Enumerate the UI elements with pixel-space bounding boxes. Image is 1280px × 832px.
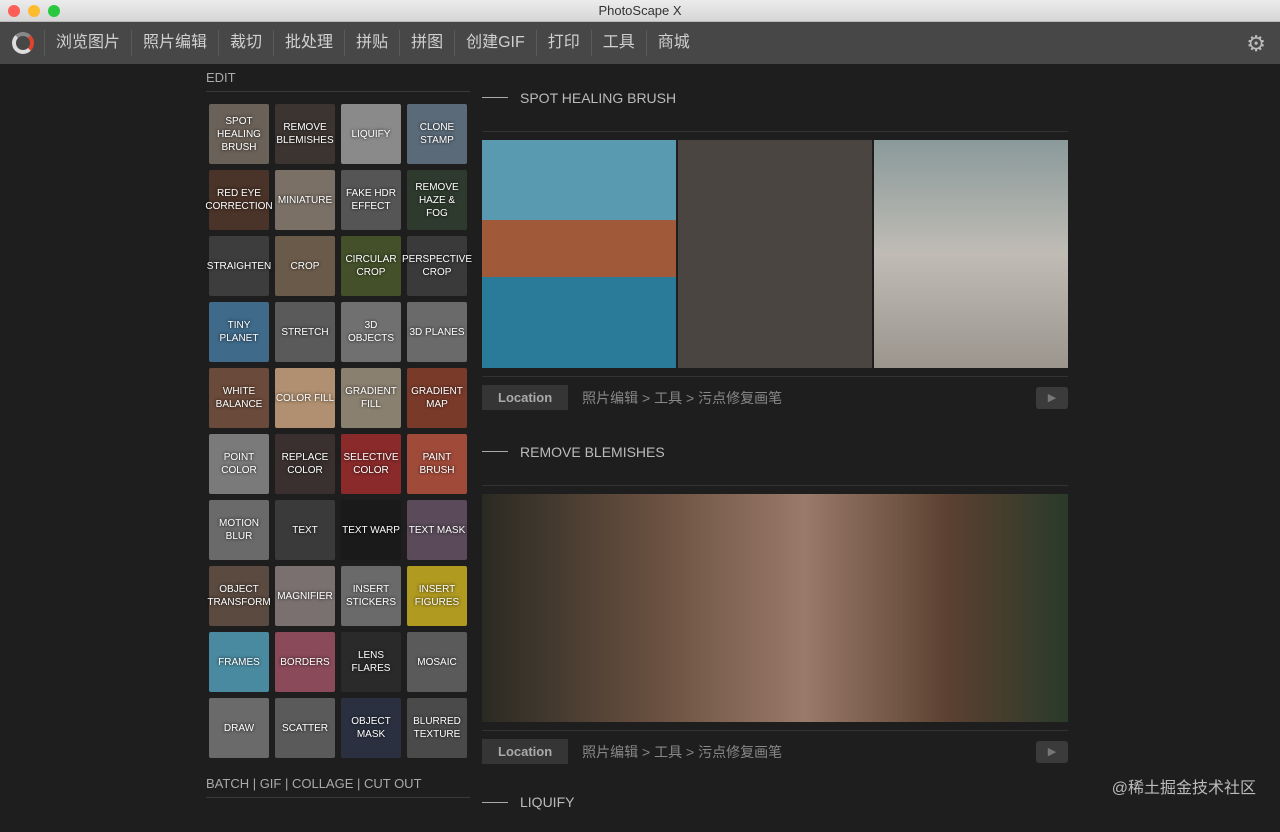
tool-tile[interactable]: LENS FLARES [341, 632, 401, 692]
tool-tile[interactable]: 3D OBJECTS [341, 302, 401, 362]
zoom-button[interactable] [48, 5, 60, 17]
boat-image [482, 140, 676, 368]
menu-item[interactable]: 裁切 [218, 30, 273, 56]
tool-tile[interactable]: GRADIENT MAP [407, 368, 467, 428]
menu-item[interactable]: 浏览图片 [44, 30, 131, 56]
tool-tile[interactable]: INSERT FIGURES [407, 566, 467, 626]
tool-tile[interactable]: TEXT [275, 500, 335, 560]
tool-tile[interactable]: FAKE HDR EFFECT [341, 170, 401, 230]
tool-tile[interactable]: BORDERS [275, 632, 335, 692]
tool-tile[interactable]: CLONE STAMP [407, 104, 467, 164]
location-bar: Location 照片编辑 > 工具 > 污点修复画笔 ▶ [482, 730, 1068, 772]
menu-item[interactable]: 批处理 [273, 30, 344, 56]
tool-tile[interactable]: DRAW [209, 698, 269, 758]
tool-tile[interactable]: OBJECT TRANSFORM [207, 566, 271, 626]
close-button[interactable] [8, 5, 20, 17]
tool-grid: SPOT HEALING BRUSH REMOVE BLEMISHES LIQUIF… [205, 92, 472, 770]
tool-tile[interactable]: LIQUIFY [341, 104, 401, 164]
tool-tile[interactable]: REMOVE HAZE & FOG [407, 170, 467, 230]
tool-tile[interactable]: REPLACE COLOR [275, 434, 335, 494]
tool-tile[interactable]: 3D PLANES [407, 302, 467, 362]
tool-tile[interactable]: BLURRED TEXTURE [407, 698, 467, 758]
tool-tile[interactable]: SCATTER [275, 698, 335, 758]
location-button[interactable]: Location [482, 385, 569, 410]
tool-tile[interactable]: COLOR FILL [275, 368, 335, 428]
play-icon[interactable]: ▶ [1036, 740, 1068, 763]
tool-tile[interactable]: CROP [275, 236, 335, 296]
section-header: REMOVE BLEMISHES [482, 418, 1068, 486]
minimize-button[interactable] [28, 5, 40, 17]
tool-tile[interactable]: MAGNIFIER [275, 566, 335, 626]
app-logo-icon[interactable] [12, 32, 34, 54]
menu-item[interactable]: 工具 [590, 30, 646, 56]
tool-tile[interactable]: MINIATURE [275, 170, 335, 230]
play-icon[interactable]: ▶ [1036, 386, 1068, 409]
tool-tile[interactable]: MOSAIC [407, 632, 467, 692]
tool-tile[interactable]: SELECTIVE COLOR [341, 434, 401, 494]
tool-tile[interactable]: PAINT BRUSH [407, 434, 467, 494]
tool-tile[interactable]: REMOVE BLEMISHES [275, 104, 335, 164]
example-images [482, 494, 1068, 722]
location-button[interactable]: Location [482, 739, 569, 764]
tool-tile[interactable]: OBJECT MASK [341, 698, 401, 758]
example-images [482, 140, 1068, 368]
tool-tile[interactable]: STRETCH [275, 302, 335, 362]
tool-tile[interactable]: INSERT STICKERS [341, 566, 401, 626]
menu-item[interactable]: 照片编辑 [131, 30, 218, 56]
window-title: PhotoScape X [598, 3, 682, 18]
credit-text: @稀土掘金技术社区 [1111, 780, 1256, 797]
sidebar: EDIT SPOT HEALING BRUSH REMOVE BLEMISHES L… [205, 64, 472, 798]
tool-tile[interactable]: CIRCULAR CROP [341, 236, 401, 296]
section-title: SPOT HEALING BRUSH [520, 89, 677, 106]
tool-tile[interactable]: POINT COLOR [209, 434, 269, 494]
section-header: SPOT HEALING BRUSH [482, 64, 1068, 132]
tool-tile[interactable]: TEXT WARP [341, 500, 401, 560]
section-title: LIQUIFY [520, 794, 575, 810]
gear-icon[interactable]: ⚙ [1246, 31, 1266, 57]
beach-image [874, 140, 1068, 368]
tool-tile[interactable]: PERSPECTIVE CROP [402, 236, 472, 296]
location-path: 照片编辑 > 工具 > 污点修复画笔 [582, 389, 783, 406]
tool-tile[interactable]: MOTION BLUR [209, 500, 269, 560]
brick-wall-image [678, 140, 872, 368]
location-bar: Location 照片编辑 > 工具 > 污点修复画笔 ▶ [482, 376, 1068, 418]
title-bar: PhotoScape X [0, 0, 1280, 22]
tool-tile[interactable]: SPOT HEALING BRUSH [209, 104, 269, 164]
menu-item[interactable]: 商城 [645, 30, 701, 56]
location-path: 照片编辑 > 工具 > 污点修复画笔 [582, 743, 783, 760]
tool-tile[interactable]: FRAMES [209, 632, 269, 692]
bottom-section-label[interactable]: BATCH | GIF | COLLAGE | CUT OUT [206, 770, 470, 798]
tool-tile[interactable]: RED EYE CORRECTION [205, 170, 273, 230]
tool-tile[interactable]: WHITE BALANCE [209, 368, 269, 428]
tool-tile[interactable]: TINY PLANET [209, 302, 269, 362]
tool-tile[interactable]: TEXT MASK [407, 500, 467, 560]
section-title: REMOVE BLEMISHES [520, 443, 665, 460]
edit-section-label: EDIT [206, 64, 470, 92]
face-image [482, 494, 1068, 722]
menu-bar: 浏览图片 照片编辑 裁切 批处理 拼贴 拼图 创建GIF 打印 工具 商城 ⚙ [0, 22, 1280, 64]
menu-item[interactable]: 创建GIF [454, 30, 536, 56]
menu-item[interactable]: 拼贴 [344, 30, 399, 56]
tool-tile[interactable]: STRAIGHTEN [207, 236, 271, 296]
menu-item[interactable]: 拼图 [399, 30, 454, 56]
menu-item[interactable]: 打印 [535, 30, 591, 56]
section-header: LIQUIFY [482, 772, 1068, 832]
main-content: SPOT HEALING BRUSH Location 照片编辑 > 工具 > … [482, 64, 1068, 832]
tool-tile[interactable]: GRADIENT FILL [341, 368, 401, 428]
